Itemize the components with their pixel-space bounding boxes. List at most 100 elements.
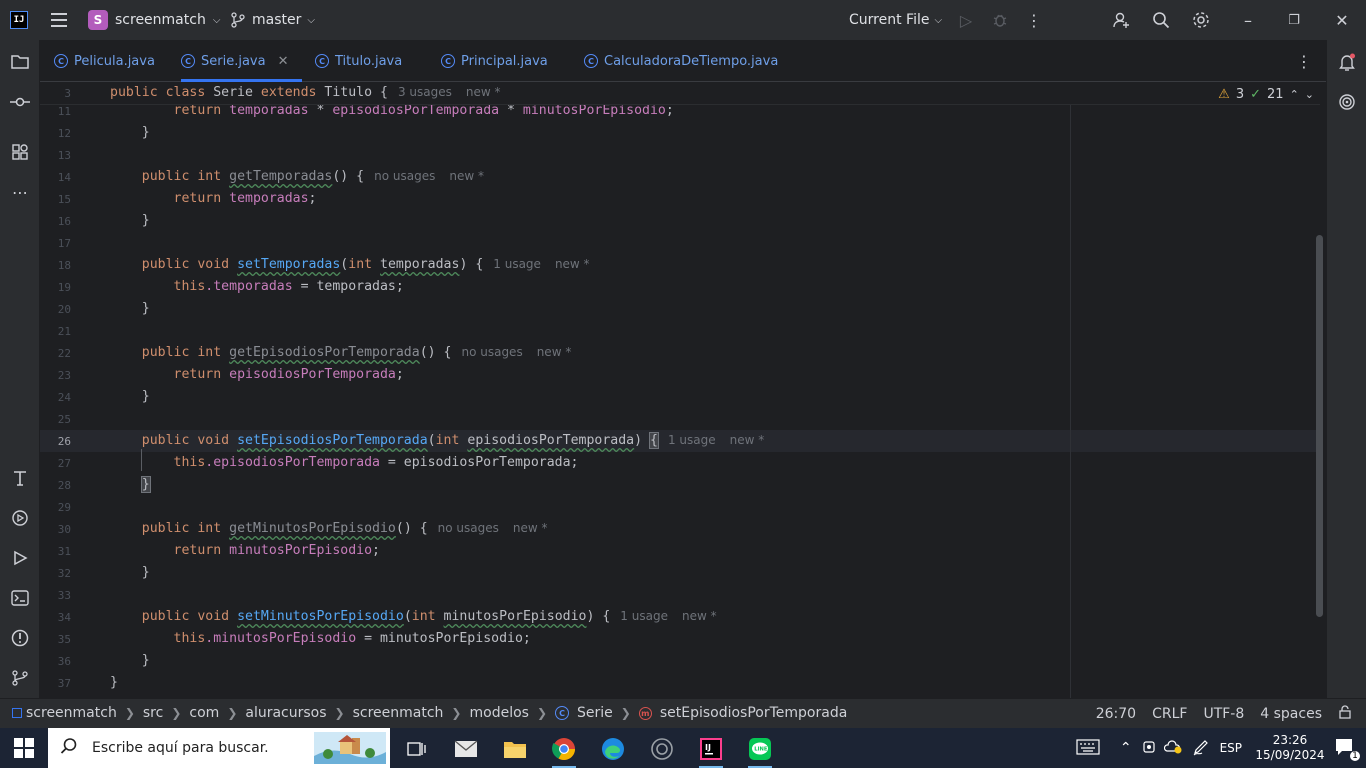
- settings-gear-icon[interactable]: [1191, 10, 1211, 30]
- breadcrumb-item[interactable]: screenmatch: [26, 705, 117, 721]
- virtual-keyboard-icon[interactable]: [1076, 738, 1100, 758]
- pen-workspace-icon[interactable]: [1192, 738, 1210, 759]
- author-hint[interactable]: new *: [449, 169, 484, 183]
- file-explorer-icon[interactable]: [497, 732, 533, 766]
- line-number: 28: [57, 479, 71, 492]
- git-branch-icon: [231, 12, 245, 28]
- usages-hint[interactable]: 3 usages: [398, 85, 452, 99]
- read-only-lock-icon[interactable]: [1338, 705, 1352, 723]
- services-icon[interactable]: [8, 506, 32, 530]
- commit-icon[interactable]: [8, 90, 32, 114]
- breadcrumb-item[interactable]: setEpisodiosPorTemporada: [660, 705, 847, 721]
- close-tab-icon[interactable]: ✕: [278, 54, 289, 69]
- code-editor[interactable]: 3 public class Serie extends Titulo {3 u…: [40, 83, 1326, 698]
- usages-hint[interactable]: no usages: [374, 169, 435, 183]
- project-widget[interactable]: S screenmatch ⌵: [88, 9, 220, 31]
- breadcrumb-item[interactable]: screenmatch: [353, 705, 444, 721]
- run-configuration-selector[interactable]: Current File ⌵: [849, 9, 942, 31]
- debug-icon[interactable]: [990, 10, 1010, 30]
- class-icon: C: [54, 54, 68, 68]
- mail-app-icon[interactable]: [448, 732, 484, 766]
- project-folder-icon[interactable]: [8, 50, 32, 74]
- taskbar-search-box[interactable]: Escribe aquí para buscar.: [48, 728, 390, 768]
- obs-studio-icon[interactable]: [644, 732, 680, 766]
- usages-hint[interactable]: no usages: [438, 521, 499, 535]
- intellij-logo-icon[interactable]: IJ: [10, 11, 28, 29]
- chrome-browser-icon[interactable]: [546, 732, 582, 768]
- task-view-icon[interactable]: [398, 732, 434, 766]
- more-actions-icon[interactable]: ⋮: [1024, 10, 1044, 30]
- file-encoding[interactable]: UTF-8: [1203, 706, 1244, 722]
- windows-start-icon[interactable]: [14, 738, 34, 758]
- status-bar: screenmatch ❯ src ❯ com ❯ aluracursos ❯ …: [0, 698, 1366, 728]
- git-icon[interactable]: [8, 666, 32, 690]
- tab-calculadora-de-tiempo[interactable]: C CalculadoraDeTiempo.java: [584, 40, 778, 82]
- usages-hint[interactable]: 1 usage: [668, 433, 716, 447]
- author-hint[interactable]: new *: [730, 433, 765, 447]
- run-tool-icon[interactable]: [8, 546, 32, 570]
- author-hint[interactable]: new *: [537, 345, 572, 359]
- line-number: 13: [57, 149, 71, 162]
- warning-count: 3: [1235, 87, 1245, 102]
- line-separator[interactable]: CRLF: [1152, 706, 1187, 722]
- search-everywhere-icon[interactable]: [1151, 10, 1171, 30]
- run-icon[interactable]: ▷: [956, 10, 976, 30]
- author-hint[interactable]: new *: [682, 609, 717, 623]
- tab-titulo[interactable]: C Titulo.java: [315, 40, 402, 82]
- author-hint[interactable]: new *: [466, 85, 501, 99]
- camera-icon[interactable]: [1142, 740, 1156, 757]
- breadcrumb-item[interactable]: modelos: [469, 705, 528, 721]
- notifications-bell-icon[interactable]: [1335, 50, 1359, 74]
- problems-icon[interactable]: [8, 626, 32, 650]
- usages-hint[interactable]: 1 usage: [493, 257, 541, 271]
- onedrive-warning-icon[interactable]: [1163, 739, 1182, 757]
- breadcrumb-item[interactable]: com: [189, 705, 219, 721]
- author-hint[interactable]: new *: [555, 257, 590, 271]
- action-center-icon[interactable]: 1: [1334, 737, 1361, 762]
- terminal-icon[interactable]: [8, 586, 32, 610]
- show-hidden-icons-chevron-icon[interactable]: ⌃: [1120, 740, 1132, 756]
- indent-setting[interactable]: 4 spaces: [1260, 706, 1322, 722]
- vcs-branch-widget[interactable]: master ⌵: [230, 9, 315, 31]
- input-language[interactable]: ESP: [1220, 741, 1242, 755]
- line-number: 32: [57, 567, 71, 580]
- clock[interactable]: 23:26 15/09/2024: [1252, 733, 1328, 763]
- code-with-me-icon[interactable]: [1111, 10, 1131, 30]
- chevron-down-icon: ⌵: [934, 14, 943, 26]
- usages-hint[interactable]: no usages: [461, 345, 522, 359]
- usages-hint[interactable]: 1 usage: [620, 609, 668, 623]
- breadcrumb-item[interactable]: Serie: [577, 705, 613, 721]
- structure-icon[interactable]: [8, 140, 32, 164]
- chevron-up-icon[interactable]: ⌃: [1290, 88, 1299, 101]
- breadcrumb-item[interactable]: aluracursos: [245, 705, 326, 721]
- chevron-right-icon: ❯: [227, 706, 238, 720]
- caret-position[interactable]: 26:70: [1096, 706, 1136, 722]
- line-messenger-icon[interactable]: LINE: [742, 732, 778, 768]
- code-line-14: public int getTemporadas() {no usages new…: [141, 169, 484, 184]
- search-icon: [60, 737, 78, 759]
- line-number: 37: [57, 677, 71, 690]
- edge-browser-icon[interactable]: [595, 732, 631, 766]
- breadcrumb-item[interactable]: src: [143, 705, 163, 721]
- intellij-idea-icon[interactable]: IJ: [693, 732, 729, 768]
- code-line: public class Serie extends Titulo {3 usa…: [110, 85, 500, 100]
- tab-options-icon[interactable]: ⋮: [1296, 52, 1312, 71]
- svg-text:IJ: IJ: [705, 743, 711, 752]
- tab-serie[interactable]: C Serie.java ✕: [181, 40, 302, 82]
- code-line-24: }: [141, 389, 150, 404]
- more-tool-windows-icon[interactable]: ⋯: [8, 180, 32, 204]
- line-number: 31: [57, 545, 71, 558]
- tab-principal[interactable]: C Principal.java: [441, 40, 548, 82]
- vertical-scrollbar[interactable]: [1316, 235, 1323, 617]
- chevron-right-icon: ❯: [171, 706, 182, 720]
- ai-assistant-icon[interactable]: [1335, 90, 1359, 114]
- inspections-widget[interactable]: ⚠ 3 ✓ 21 ⌃ ⌄: [1218, 87, 1314, 102]
- main-menu-icon[interactable]: [48, 10, 70, 30]
- text-tool-icon[interactable]: [8, 466, 32, 490]
- author-hint[interactable]: new *: [513, 521, 548, 535]
- restore-window-icon[interactable]: ❐: [1284, 10, 1304, 30]
- tab-pelicula[interactable]: C Pelicula.java: [54, 40, 155, 82]
- minimize-window-icon[interactable]: –: [1238, 10, 1258, 30]
- chevron-down-icon[interactable]: ⌄: [1305, 88, 1314, 101]
- close-window-icon[interactable]: ✕: [1332, 10, 1352, 30]
